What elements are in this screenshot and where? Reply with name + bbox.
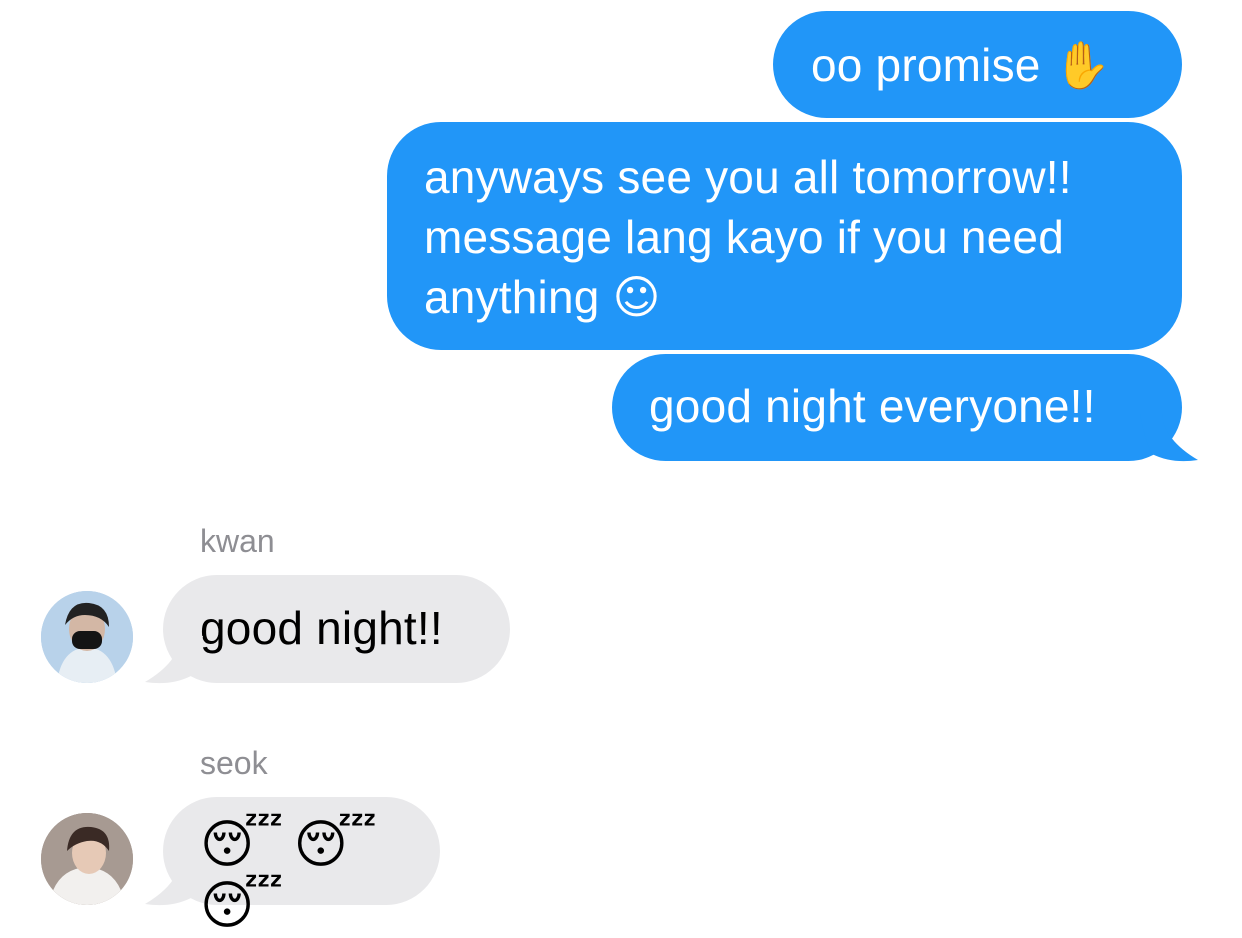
incoming-bubble-tail <box>145 636 203 684</box>
avatar[interactable] <box>41 813 133 905</box>
outgoing-message-bubble[interactable]: oo promise ✋ <box>773 11 1182 118</box>
incoming-bubble-tail <box>145 858 203 906</box>
raised-hand-icon: ✋ <box>1053 38 1112 92</box>
sleeping-face-icon: 😴 <box>200 815 284 875</box>
message-text-line: anyways see you all tomorrow!! <box>424 151 1072 203</box>
outgoing-bubble-tail <box>1140 414 1198 462</box>
message-text-line: anything <box>424 271 600 323</box>
sender-name: seok <box>200 745 268 781</box>
outgoing-message-bubble[interactable]: good night everyone!! <box>612 354 1182 461</box>
smiling-face-icon: ☺ <box>612 270 661 324</box>
avatar-image <box>41 591 133 683</box>
outgoing-message-bubble[interactable]: anyways see you all tomorrow!! message l… <box>387 122 1182 350</box>
incoming-message-bubble[interactable]: good night!! <box>163 575 510 683</box>
message-text-line: anything ☺ <box>424 267 1182 327</box>
message-text: oo promise <box>811 39 1041 91</box>
message-text: good night!! <box>200 602 443 654</box>
message-text: good night everyone!! <box>649 380 1096 432</box>
sleeping-face-icon: 😴 <box>293 815 378 875</box>
incoming-message-bubble[interactable]: 😴 😴😴 <box>163 797 440 936</box>
avatar-image <box>41 813 133 905</box>
sleeping-face-icon: 😴 <box>200 876 284 936</box>
message-text-line: message lang kayo if you need <box>424 211 1064 263</box>
avatar[interactable] <box>41 591 133 683</box>
sender-name: kwan <box>200 523 275 559</box>
